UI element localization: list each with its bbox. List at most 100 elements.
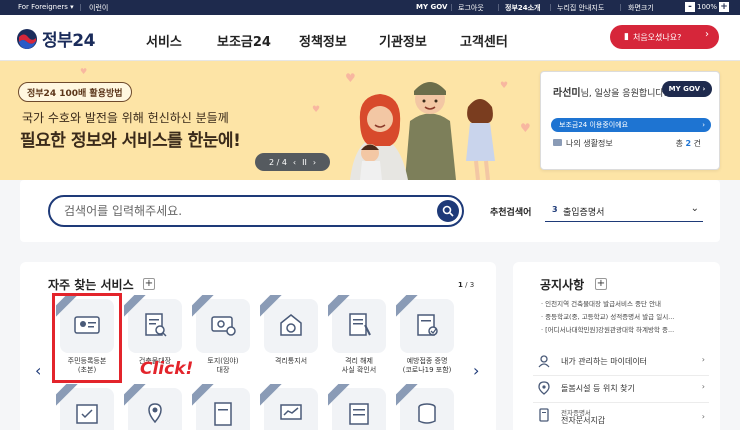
divider <box>533 402 709 403</box>
e-wallet-label: 전자문서지갑 <box>561 416 606 425</box>
recommended-rank: 3 <box>552 205 558 214</box>
count-suffix: 건 <box>693 139 701 148</box>
services-title: 자주 찾는 서비스 <box>48 278 134 292</box>
notice-item[interactable]: · 인천지역 건축물대장 발급서비스 중단 안내 <box>541 298 711 308</box>
divider <box>80 4 81 11</box>
utility-bar: For Foreigners ▾ 이런이 MY GOV 로그아웃 정부24소개 … <box>0 0 740 15</box>
search-icon <box>442 205 454 217</box>
sitemap-link[interactable]: 누리집 안내지도 <box>557 3 604 13</box>
notice-item[interactable]: · 중등학교(중, 고등학교) 성적증명서 발급 일시... <box>541 311 711 321</box>
user-panel: 라선미님, 일상을 응원합니다. MY GOV › 보조금24 이용중이에요 › … <box>540 71 720 170</box>
recommended-search-dropdown[interactable]: 3 출입증명서 ⌄ <box>545 200 703 222</box>
site-header: 정부24 서비스 보조금24 정책정보 기관정보 고객센터 ▮ 처음오셨나요? … <box>0 15 740 61</box>
language-link[interactable]: 이런이 <box>89 3 108 13</box>
heart-icon: ♥ <box>80 67 88 76</box>
nav-subsidy24[interactable]: 보조금24 <box>217 31 271 50</box>
search-input[interactable] <box>64 203 424 219</box>
notice-item[interactable]: · [어디서나대학민원]강원관광대학 하계방학 중... <box>541 324 711 334</box>
count-value: 2 <box>685 139 692 148</box>
mygov-button[interactable]: MY GOV › <box>662 81 712 97</box>
zoom-label: 화면크기 <box>628 4 654 12</box>
chevron-right-icon: › <box>701 382 705 391</box>
life-info-label: 나의 생활정보 <box>566 139 613 148</box>
taegeuk-logo-icon <box>17 28 37 49</box>
service-tile-quarantine-notice[interactable] <box>264 299 318 353</box>
care-facility-link[interactable]: 돌봄시설 등 위치 찾기 › <box>533 380 709 400</box>
mygov-label: MY GOV <box>668 85 701 93</box>
paper-icon <box>214 402 232 426</box>
drawer-icon <box>553 139 562 146</box>
vaccination-icon <box>417 314 438 336</box>
my-data-link[interactable]: 내가 관리하는 마이데이터 › <box>533 353 709 373</box>
chevron-right-icon: › <box>701 412 705 421</box>
notices-more-button[interactable]: + <box>595 278 607 290</box>
service-tile[interactable] <box>400 388 454 430</box>
service-tile-land-register[interactable] <box>196 299 250 353</box>
nav-services[interactable]: 서비스 <box>146 31 182 50</box>
service-tile[interactable] <box>128 388 182 430</box>
search-button[interactable] <box>437 200 459 222</box>
about-link[interactable]: 정부24소개 <box>505 3 541 13</box>
zoom-control: - 100% + <box>685 2 730 12</box>
database-icon <box>418 403 436 424</box>
chevron-down-icon: ⌄ <box>690 203 699 214</box>
first-visit-label: 처음오셨나요? <box>632 32 682 42</box>
nav-policy-info[interactable]: 정책정보 <box>299 31 347 50</box>
service-tile-building-register[interactable] <box>128 299 182 353</box>
click-annotation: Click! <box>140 359 194 379</box>
page: For Foreigners ▾ 이런이 MY GOV 로그아웃 정부24소개 … <box>0 0 740 430</box>
chevron-right-icon: › <box>701 355 705 364</box>
page-current: 1 <box>458 281 463 289</box>
land-survey-icon <box>211 316 236 336</box>
search-box <box>48 195 464 227</box>
service-tile[interactable] <box>196 388 250 430</box>
services-prev-button[interactable]: ‹ <box>35 361 41 380</box>
tile-label-land-register: 토지(임야) 대장 <box>207 357 239 374</box>
divider <box>451 4 452 11</box>
service-tile[interactable] <box>332 388 386 430</box>
pager-text: 2 / 4 <box>268 157 287 167</box>
subsidy24-status-bar[interactable]: 보조금24 이용중이에요 › <box>551 118 711 132</box>
logout-link[interactable]: 로그아웃 <box>458 3 484 13</box>
services-page-indicator: 1 / 3 <box>458 281 474 289</box>
divider <box>533 375 709 376</box>
pager-next-button[interactable]: › <box>313 158 316 167</box>
care-facility-label: 돌봄시설 등 위치 찾기 <box>561 384 635 393</box>
zoom-in-button[interactable]: + <box>719 2 730 12</box>
count-prefix: 총 <box>675 139 683 148</box>
service-tile[interactable] <box>264 388 318 430</box>
pager-pause-button[interactable]: II <box>302 158 307 167</box>
page-total: / 3 <box>465 281 475 289</box>
notices-title: 공지사항 <box>540 278 585 292</box>
document-search-icon <box>145 313 167 337</box>
e-wallet-link[interactable]: 전자증명서 전자문서지갑 › <box>533 407 709 430</box>
user-greeting: 라선미님, 일상을 응원합니다. <box>553 84 667 99</box>
mygov-top-link[interactable]: MY GOV <box>416 3 447 11</box>
quarantine-notice-icon <box>280 314 302 336</box>
subsidy-status-label: 보조금24 이용중이에요 <box>559 121 629 129</box>
tile-label-vaccination: 예방접종 증명 (코로나19 포함) <box>402 357 452 374</box>
pager-prev-button[interactable]: ‹ <box>293 158 296 167</box>
life-info-row[interactable]: 나의 생활정보 총 2 건 <box>553 138 711 149</box>
recommended-term: 출입증명서 <box>563 208 605 218</box>
first-visit-button[interactable]: ▮ 처음오셨나요? › <box>610 25 719 49</box>
service-tile[interactable] <box>60 388 114 430</box>
greeting-text: 님, 일상을 응원합니다. <box>580 89 667 99</box>
guide-pill[interactable]: 정부24 100배 활용방법 <box>18 82 132 102</box>
site-logo[interactable]: 정부24 <box>16 26 95 51</box>
service-tile-release-confirmation[interactable] <box>332 299 386 353</box>
notices-panel: 공지사항 + · 인천지역 건축물대장 발급서비스 중단 안내 · 중등학교(중… <box>513 262 720 430</box>
nav-agency-info[interactable]: 기관정보 <box>379 31 427 50</box>
services-more-button[interactable]: + <box>143 278 155 290</box>
heart-icon: ♥ <box>312 105 321 115</box>
for-foreigners-link[interactable]: For Foreigners ▾ <box>18 3 74 11</box>
location-map-icon <box>148 403 162 424</box>
presentation-chart-icon <box>280 404 302 420</box>
services-next-button[interactable]: › <box>473 361 479 380</box>
banner-pager: 2 / 4 ‹ II › <box>255 153 330 171</box>
zoom-out-button[interactable]: - <box>685 2 695 12</box>
location-pin-icon <box>538 381 550 395</box>
hero-banner[interactable]: ♥ ♥ ♥ ♥ ♥ 정부24 100배 활용방법 국가 수호와 발전을 위해 헌… <box>0 61 740 180</box>
nav-customer-center[interactable]: 고객센터 <box>460 31 508 50</box>
service-tile-vaccination[interactable] <box>400 299 454 353</box>
